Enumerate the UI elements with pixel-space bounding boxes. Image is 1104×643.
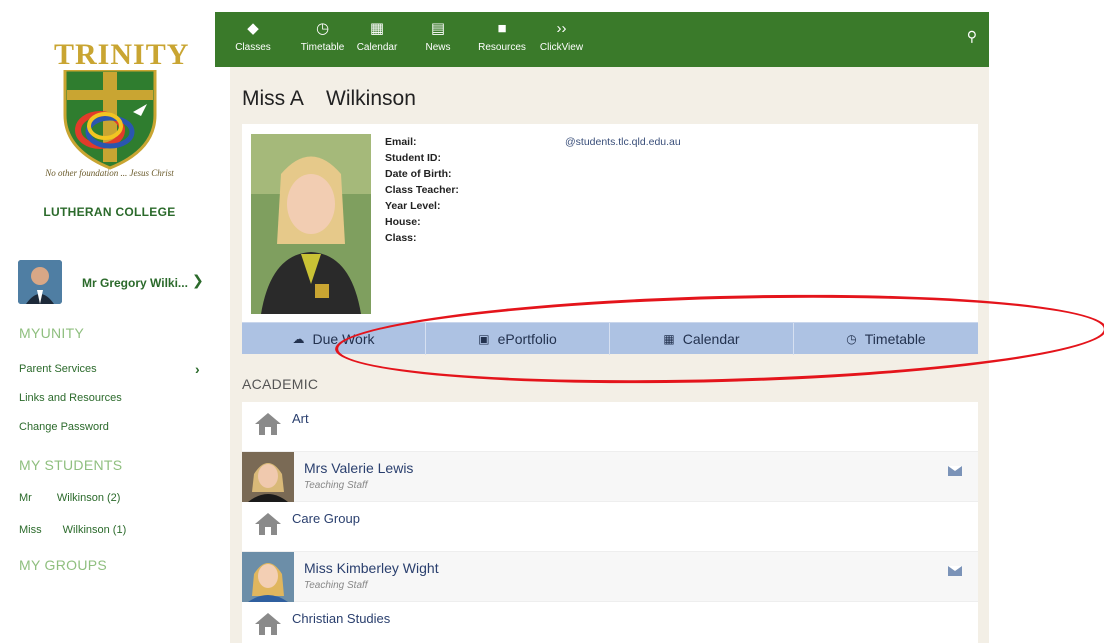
chevron-right-icon[interactable]: › — [195, 361, 200, 377]
field-label-student-id: Student ID: — [385, 152, 441, 164]
field-label-class: Class: — [385, 232, 417, 244]
briefcase-icon: ▣ — [478, 332, 490, 346]
logo-subtitle: LUTHERAN COLLEGE — [43, 205, 176, 219]
nav-label: Calendar — [356, 42, 398, 53]
student-name: Wilkinson (2) — [56, 492, 121, 504]
sidebar-item-links-resources[interactable]: Links and Resources — [19, 392, 122, 404]
user-name: Mr Gregory Wilki... — [82, 276, 188, 290]
student-name: Wilkinson (1) — [62, 524, 127, 536]
home-icon — [255, 513, 281, 535]
sidebar: TRINITY No other foundation ... Jesus Ch… — [0, 0, 215, 643]
field-label-class-teacher: Class Teacher: — [385, 184, 459, 196]
field-label-year-level: Year Level: — [385, 200, 441, 212]
teacher-name: Miss Kimberley Wight — [304, 560, 439, 576]
profile-card: Email: @students.tlc.qld.edu.au Student … — [242, 124, 978, 322]
shield-crest-icon — [63, 70, 157, 170]
cloud-icon: ☁ — [292, 332, 305, 346]
student-photo — [251, 134, 371, 314]
nav-calendar[interactable]: ▦ Calendar — [352, 12, 402, 67]
list-item[interactable]: Care Group — [242, 502, 978, 552]
graduation-cap-icon: ◆ — [247, 20, 259, 37]
teacher-photo — [242, 552, 294, 602]
home-icon — [255, 413, 281, 435]
action-bar: ☁ Due Work ▣ ePortfolio ▦ Calendar ◷ Tim… — [242, 322, 978, 355]
user-menu[interactable]: Mr Gregory Wilki... ❯ — [12, 258, 207, 308]
academic-heading: ACADEMIC — [242, 376, 319, 392]
clock-icon: ◷ — [315, 20, 330, 37]
nav-label: ClickView — [539, 42, 584, 53]
nav-label: Timetable — [300, 42, 345, 53]
newspaper-icon: ▤ — [430, 20, 446, 37]
sidebar-student-2[interactable]: Miss Wilkinson (1) — [19, 524, 126, 536]
mail-icon[interactable] — [948, 566, 962, 576]
teacher-role: Teaching Staff — [304, 480, 368, 491]
list-item[interactable]: Miss Kimberley Wight Teaching Staff — [242, 552, 978, 602]
sidebar-item-parent-services[interactable]: Parent Services — [19, 363, 97, 375]
nav-news[interactable]: ▤ News — [421, 12, 455, 67]
teacher-role: Teaching Staff — [304, 580, 368, 591]
nav-label: News — [425, 42, 451, 53]
main-content: Miss A Wilkinson Email: @students.tlc.ql… — [230, 67, 989, 643]
teacher-name: Mrs Valerie Lewis — [304, 460, 414, 476]
nav-resources[interactable]: ■ Resources — [472, 12, 532, 67]
field-value-email[interactable]: @students.tlc.qld.edu.au — [565, 136, 681, 148]
home-icon — [255, 613, 281, 635]
student-prefix: Mr — [19, 492, 32, 504]
eportfolio-button[interactable]: ▣ ePortfolio — [426, 323, 610, 355]
my-groups-heading: MY GROUPS — [19, 557, 108, 573]
nav-classes[interactable]: ◆ Classes — [233, 12, 273, 67]
timetable-button[interactable]: ◷ Timetable — [794, 323, 978, 355]
nav-timetable[interactable]: ◷ Timetable — [295, 12, 350, 67]
student-prefix: Miss — [19, 524, 42, 536]
sidebar-student-1[interactable]: Mr Wilkinson (2) — [19, 492, 120, 504]
action-label: Calendar — [682, 331, 740, 347]
clock-icon: ◷ — [846, 332, 857, 346]
top-nav: ◆ Classes ◷ Timetable ▦ Calendar ▤ News … — [215, 12, 989, 67]
teacher-photo — [242, 452, 294, 502]
list-item[interactable]: Art — [242, 402, 978, 452]
my-students-heading: MY STUDENTS — [19, 457, 123, 473]
field-label-dob: Date of Birth: — [385, 168, 452, 180]
logo-motto: No other foundation ... Jesus Christ — [45, 168, 174, 178]
due-work-button[interactable]: ☁ Due Work — [242, 323, 426, 355]
subject-name: Christian Studies — [292, 611, 391, 626]
action-label: Due Work — [312, 331, 375, 347]
chevron-down-icon[interactable]: ❯ — [192, 272, 204, 289]
avatar — [18, 260, 62, 304]
action-label: ePortfolio — [497, 331, 557, 347]
calendar-button[interactable]: ▦ Calendar — [610, 323, 794, 355]
nav-label: Classes — [235, 42, 271, 53]
sidebar-item-change-password[interactable]: Change Password — [19, 421, 109, 433]
action-label: Timetable — [864, 331, 926, 347]
myunity-heading: MYUNITY — [19, 325, 85, 341]
page-title: Miss A Wilkinson — [242, 87, 416, 110]
calendar-icon: ▦ — [663, 332, 675, 346]
field-label-house: House: — [385, 216, 421, 228]
subject-name: Care Group — [292, 511, 360, 526]
subject-name: Art — [292, 411, 309, 426]
calendar-icon: ▦ — [369, 20, 385, 37]
nav-label: Resources — [478, 42, 526, 53]
list-item[interactable]: Christian Studies — [242, 602, 978, 643]
list-item[interactable]: Mrs Valerie Lewis Teaching Staff — [242, 452, 978, 502]
mail-icon[interactable] — [948, 466, 962, 476]
nav-clickview[interactable]: ›› ClickView — [534, 12, 589, 67]
double-chevron-icon: ›› — [556, 20, 567, 37]
search-icon[interactable]: ⚲ — [967, 28, 977, 45]
folder-icon: ■ — [497, 20, 507, 37]
logo-wordmark: TRINITY — [54, 38, 190, 71]
field-label-email: Email: — [385, 136, 417, 148]
